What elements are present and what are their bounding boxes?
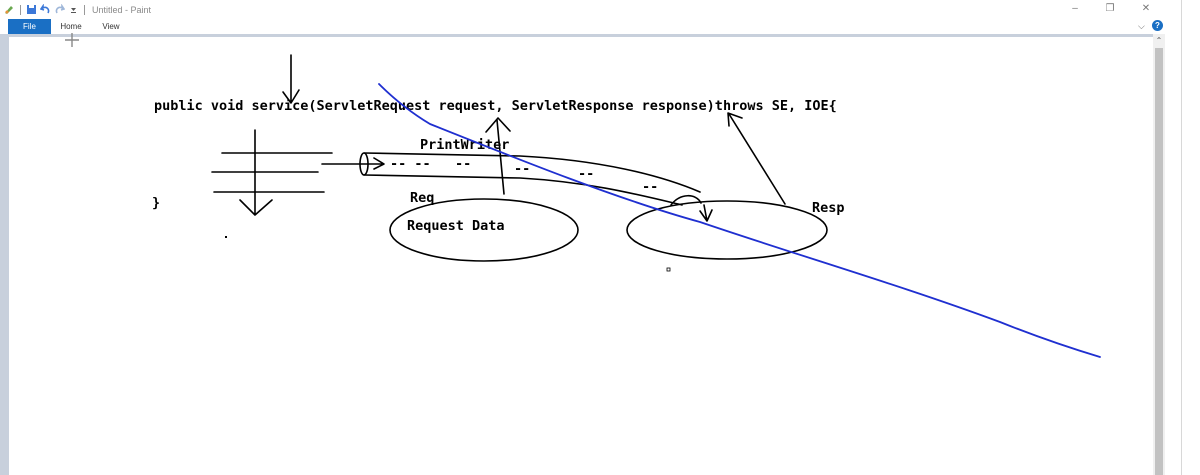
stack-lines-mark bbox=[211, 129, 333, 216]
desktop-background bbox=[1165, 0, 1200, 475]
ribbon-tab-bar: File Home View bbox=[0, 19, 1165, 34]
workspace: public void service(ServletRequest reque… bbox=[0, 34, 1165, 475]
tab-view[interactable]: View bbox=[94, 19, 128, 34]
resp-label: Resp bbox=[812, 200, 845, 216]
toolbar-separator bbox=[20, 4, 21, 15]
pipe-dashes: -- bbox=[455, 156, 471, 172]
pipe-dashes: -- bbox=[578, 166, 594, 182]
scrollbar-thumb[interactable] bbox=[1155, 48, 1163, 475]
undo-icon[interactable] bbox=[40, 4, 51, 15]
tab-home[interactable]: Home bbox=[54, 19, 88, 34]
pipe-dashes: -- bbox=[642, 179, 658, 195]
canvas-drawing: public void service(ServletRequest reque… bbox=[152, 54, 1101, 358]
request-data-label: Request Data bbox=[407, 218, 505, 234]
code-line-text: public void service(ServletRequest reque… bbox=[154, 98, 837, 114]
quick-access-toolbar: Untitled - Paint bbox=[4, 3, 151, 16]
paint-app-icon bbox=[5, 6, 13, 14]
toolbar-separator bbox=[84, 4, 85, 15]
redo-icon[interactable] bbox=[54, 4, 65, 15]
window-title: Untitled - Paint bbox=[92, 4, 152, 15]
scroll-up-icon[interactable]: ⌃ bbox=[1154, 36, 1164, 45]
closing-brace-text: } bbox=[152, 195, 160, 211]
customize-dropdown-icon[interactable] bbox=[68, 4, 79, 15]
maximize-button[interactable]: ❐ bbox=[1101, 2, 1119, 16]
stray-dot bbox=[666, 267, 671, 272]
minimize-button[interactable]: – bbox=[1066, 2, 1084, 16]
ribbon-collapse-button[interactable]: ⌵ bbox=[1138, 21, 1145, 32]
stray-dot bbox=[225, 236, 227, 238]
pipe-end-curl bbox=[670, 194, 713, 222]
crosshair-cursor-icon bbox=[65, 33, 79, 47]
response-arrow bbox=[727, 112, 786, 205]
title-bar: Untitled - Paint – ❐ ✕ bbox=[0, 0, 1200, 19]
vertical-scrollbar[interactable]: ⌃ bbox=[1153, 34, 1165, 475]
window-border bbox=[1181, 0, 1182, 475]
down-arrow-mark bbox=[282, 54, 300, 104]
tab-file[interactable]: File bbox=[8, 19, 51, 34]
pipe-dashes: -- -- bbox=[390, 156, 431, 172]
close-button[interactable]: ✕ bbox=[1137, 2, 1155, 16]
save-icon[interactable] bbox=[26, 4, 37, 15]
help-icon[interactable]: ? bbox=[1152, 20, 1163, 31]
pipe-input-arrow bbox=[321, 157, 385, 170]
drawing-canvas[interactable]: public void service(ServletRequest reque… bbox=[9, 37, 1153, 475]
